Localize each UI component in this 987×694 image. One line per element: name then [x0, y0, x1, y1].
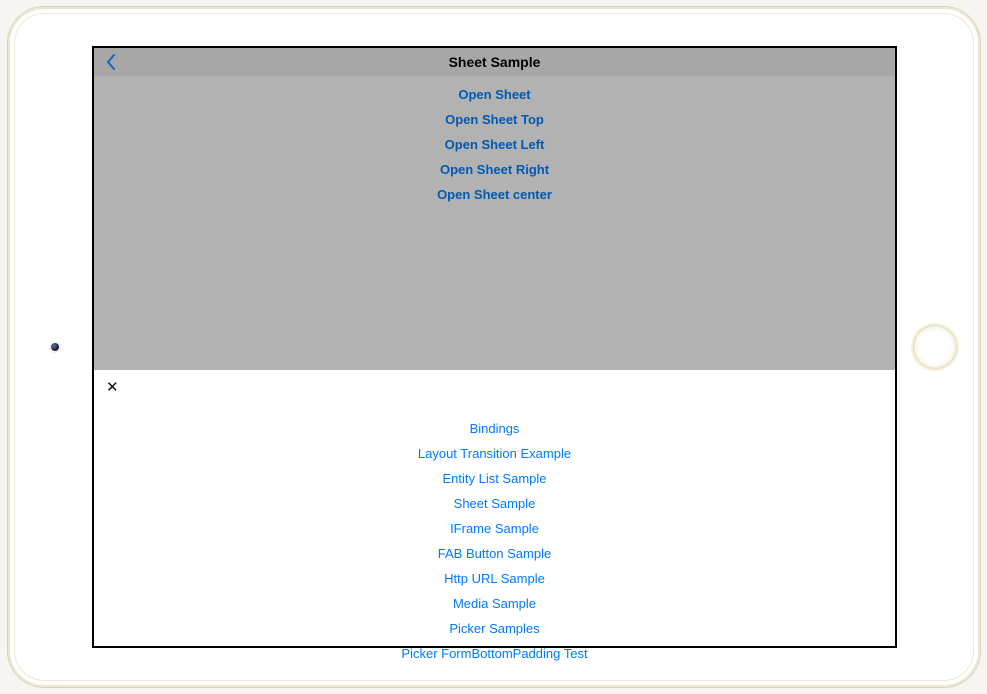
list-item[interactable]: Entity List Sample — [94, 466, 895, 491]
camera-icon — [51, 343, 59, 351]
background-dimmed-layer: Sheet Sample Open Sheet Open Sheet Top O… — [94, 48, 895, 370]
ipad-frame: Sheet Sample Open Sheet Open Sheet Top O… — [8, 7, 980, 687]
sheet-link-list: Bindings Layout Transition Example Entit… — [94, 370, 895, 666]
list-item[interactable]: Layout Transition Example — [94, 441, 895, 466]
screen: Sheet Sample Open Sheet Open Sheet Top O… — [92, 46, 897, 648]
list-item[interactable]: Bindings — [94, 416, 895, 441]
list-item[interactable]: IFrame Sample — [94, 516, 895, 541]
chevron-left-icon — [106, 54, 116, 70]
home-button[interactable] — [914, 326, 956, 368]
list-item[interactable]: Http URL Sample — [94, 566, 895, 591]
open-sheet-right-button[interactable]: Open Sheet Right — [94, 157, 895, 182]
navbar: Sheet Sample — [94, 48, 895, 76]
list-item[interactable]: Sheet Sample — [94, 491, 895, 516]
close-icon: ✕ — [106, 379, 119, 396]
open-sheet-left-button[interactable]: Open Sheet Left — [94, 132, 895, 157]
list-item[interactable]: Picker FormBottomPadding Test — [94, 641, 895, 666]
open-sheet-center-button[interactable]: Open Sheet center — [94, 182, 895, 207]
bottom-sheet: ✕ Bindings Layout Transition Example Ent… — [94, 370, 895, 646]
open-sheet-button[interactable]: Open Sheet — [94, 82, 895, 107]
list-item[interactable]: Media Sample — [94, 591, 895, 616]
back-button[interactable] — [104, 53, 118, 71]
list-item[interactable]: Picker Samples — [94, 616, 895, 641]
open-sheet-top-button[interactable]: Open Sheet Top — [94, 107, 895, 132]
list-item[interactable]: FAB Button Sample — [94, 541, 895, 566]
close-button[interactable]: ✕ — [106, 380, 119, 395]
top-action-list: Open Sheet Open Sheet Top Open Sheet Lef… — [94, 76, 895, 207]
page-title: Sheet Sample — [94, 54, 895, 70]
